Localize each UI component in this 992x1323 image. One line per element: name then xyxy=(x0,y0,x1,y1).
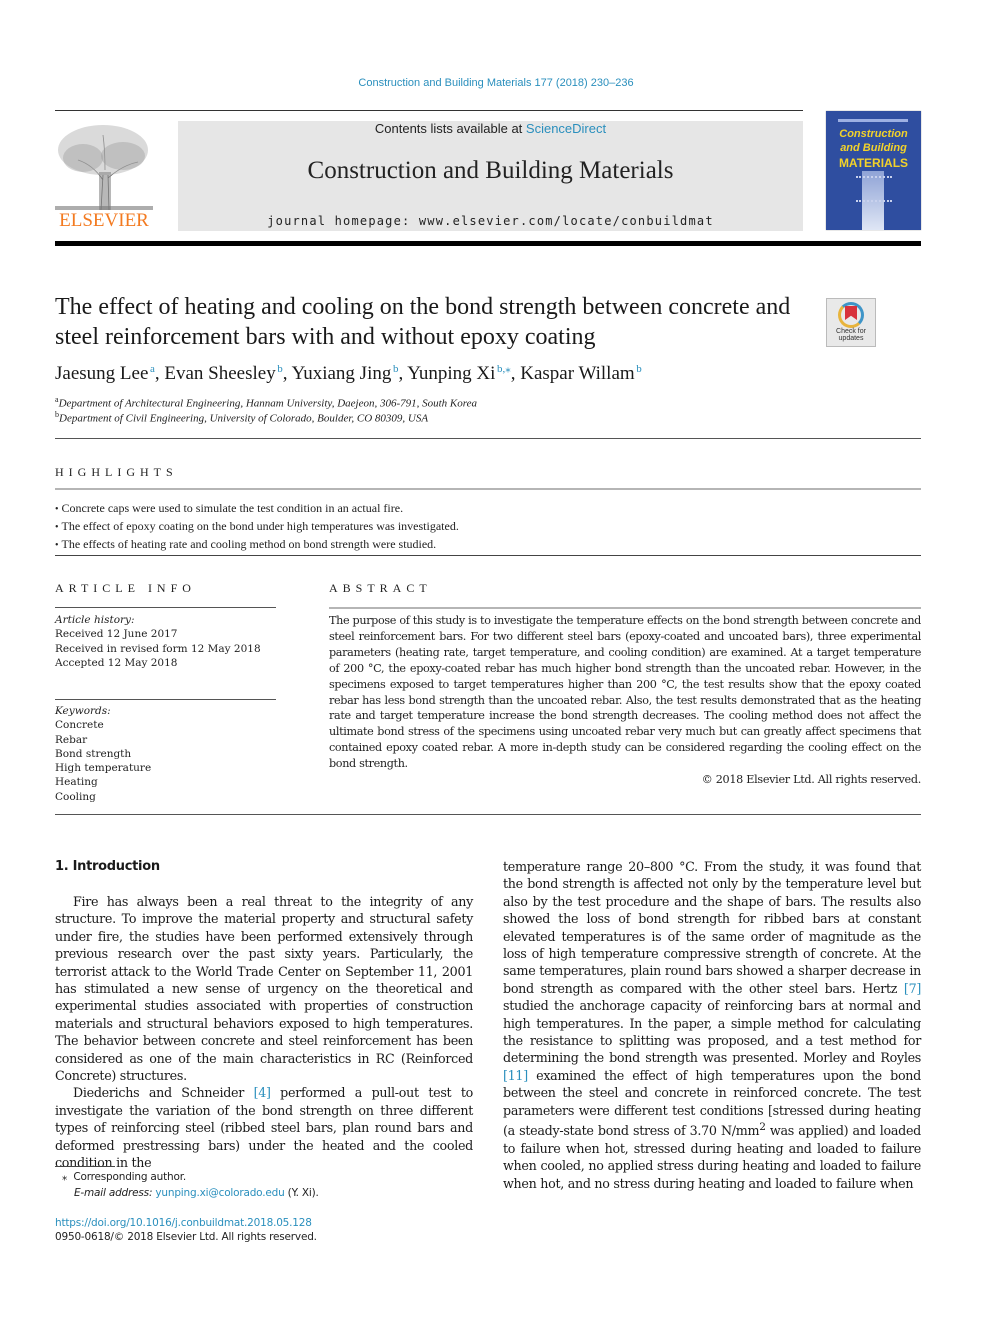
citation-link-7[interactable]: [7] xyxy=(904,981,921,996)
journal-homepage-link[interactable]: journal homepage: www.elsevier.com/locat… xyxy=(178,214,803,228)
email-label: E-mail address: xyxy=(74,1187,156,1199)
doi-link-text[interactable]: https://doi.org/10.1016/j.conbuildmat.20… xyxy=(55,1217,312,1229)
abstract-bottom-rule xyxy=(55,814,921,815)
journal-cover-image[interactable]: Construction and Building MATERIALS xyxy=(826,111,921,230)
article-title: The effect of heating and cooling on the… xyxy=(55,294,791,350)
check-updates-line2: updates xyxy=(838,335,864,342)
affiliation-link[interactable]: b xyxy=(393,363,399,375)
history-label: Article history: xyxy=(55,614,135,626)
affiliation-b: bDepartment of Civil Engineering, Univer… xyxy=(55,410,428,425)
author-list: Jaesung Lee a, Evan Sheesley b, Yuxiang … xyxy=(55,363,642,384)
sciencedirect-link[interactable]: ScienceDirect xyxy=(526,121,606,136)
journal-citation-link[interactable]: Construction and Building Materials 177 … xyxy=(0,77,992,89)
corresponding-text: Corresponding author. xyxy=(73,1171,187,1183)
intro-paragraph-1: Fire has always been a real threat to th… xyxy=(55,894,473,1084)
highlights-list: Concrete caps were used to simulate the … xyxy=(55,500,921,554)
header-thick-rule xyxy=(55,241,921,246)
text-run: studied the anchorage capacity of reinfo… xyxy=(503,998,921,1066)
journal-masthead: Contents lists available at ScienceDirec… xyxy=(178,121,803,231)
highlights-heading: HIGHLIGHTS xyxy=(55,465,178,479)
corresponding-author-note: ⁎ Corresponding author. xyxy=(62,1171,186,1183)
keywords-list: Keywords: Concrete Rebar Bond strength H… xyxy=(55,704,285,804)
cover-title-line2: and Building xyxy=(840,142,907,154)
author-name: Evan Sheesley xyxy=(164,363,276,384)
keywords-rule xyxy=(55,699,276,700)
intro-paragraph-2: Diederichs and Schneider [4] performed a… xyxy=(55,1084,473,1171)
keyword-item: Concrete xyxy=(55,719,104,732)
journal-title: Construction and Building Materials xyxy=(307,157,674,184)
cover-title: Construction and Building xyxy=(826,127,921,155)
article-info-rule xyxy=(55,607,276,608)
elsevier-tree-icon xyxy=(55,125,153,211)
body-right-column: temperature range 20–800 °C. From the st… xyxy=(503,858,921,1192)
author-email-link[interactable]: yunping.xi@colorado.edu xyxy=(155,1187,284,1199)
text-run: temperature range 20–800 °C. From the st… xyxy=(503,859,921,996)
header-rule xyxy=(55,110,803,111)
affiliation-text: Department of Civil Engineering, Univers… xyxy=(59,412,429,425)
keyword-item: Bond strength xyxy=(55,747,132,760)
author-name: Yuxiang Jing xyxy=(291,363,392,384)
issn-copyright: 0950-0618/© 2018 Elsevier Ltd. All right… xyxy=(55,1231,317,1243)
affiliation-rule xyxy=(55,438,921,439)
doi-link[interactable]: https://doi.org/10.1016/j.conbuildmat.20… xyxy=(55,1217,312,1229)
cover-title-line1: Construction xyxy=(839,128,908,140)
highlight-item: Concrete caps were used to simulate the … xyxy=(55,500,921,518)
affiliation-link[interactable]: b xyxy=(636,363,642,375)
keyword-item: Heating xyxy=(55,776,98,789)
cover-topbar xyxy=(838,119,908,122)
footnote-rule xyxy=(55,1166,115,1167)
citation-link-11[interactable]: [11] xyxy=(503,1068,528,1083)
check-updates-line1: Check for xyxy=(836,328,866,335)
affiliation-a: aDepartment of Architectural Engineering… xyxy=(55,395,477,410)
abstract-text: The purpose of this study is to investig… xyxy=(329,614,921,771)
affiliation-text: Department of Architectural Engineering,… xyxy=(58,397,478,410)
highlights-bottom-rule xyxy=(55,555,921,556)
highlight-item: The effects of heating rate and cooling … xyxy=(55,536,921,554)
abstract-rule xyxy=(329,607,921,609)
contents-prefix: Contents lists available at xyxy=(374,121,526,136)
keyword-item: High temperature xyxy=(55,762,152,775)
keywords-label: Keywords: xyxy=(55,705,111,717)
author-name: Kaspar Willam xyxy=(520,363,635,384)
abstract-heading: ABSTRACT xyxy=(329,581,432,595)
contents-line: Contents lists available at ScienceDirec… xyxy=(178,121,803,136)
article-history: Article history: Received 12 June 2017 R… xyxy=(55,613,285,670)
author-name: Jaesung Lee xyxy=(55,363,149,384)
section-heading-introduction: 1. Introduction xyxy=(55,859,160,874)
email-note: E-mail address: yunping.xi@colorado.edu … xyxy=(74,1187,319,1199)
history-item: Received 12 June 2017 xyxy=(55,628,178,641)
citation-link-4[interactable]: [4] xyxy=(254,1085,271,1100)
cover-blurb xyxy=(856,176,892,202)
history-item: Received in revised form 12 May 2018 xyxy=(55,642,261,655)
text-run: Diederichs and Schneider xyxy=(73,1085,254,1101)
body-left-column: Fire has always been a real threat to th… xyxy=(55,893,473,1172)
keyword-item: Cooling xyxy=(55,790,96,803)
affiliation-link[interactable]: a xyxy=(150,363,155,375)
author-name: Yunping Xi xyxy=(407,363,496,384)
affiliation-link[interactable]: b,⁎ xyxy=(497,363,511,375)
history-item: Accepted 12 May 2018 xyxy=(55,656,178,669)
check-for-updates-label: Check for updates xyxy=(827,328,875,342)
intro-paragraph-2-cont: temperature range 20–800 °C. From the st… xyxy=(503,858,921,1192)
elsevier-logo[interactable]: ELSEVIER xyxy=(53,120,155,232)
highlight-item: The effect of epoxy coating on the bond … xyxy=(55,518,921,536)
article-info-heading: ARTICLE INFO xyxy=(55,581,196,595)
cover-title-materials: MATERIALS xyxy=(838,156,909,170)
check-for-updates-button[interactable]: Check for updates xyxy=(826,298,876,347)
abstract-copyright: © 2018 Elsevier Ltd. All rights reserved… xyxy=(701,773,922,786)
email-suffix: (Y. Xi). xyxy=(284,1187,319,1199)
elsevier-wordmark: ELSEVIER xyxy=(59,210,149,231)
affiliation-link[interactable]: b xyxy=(277,363,283,375)
footnote-star: ⁎ xyxy=(62,1171,68,1183)
highlights-rule xyxy=(55,488,921,490)
keyword-item: Rebar xyxy=(55,733,88,746)
